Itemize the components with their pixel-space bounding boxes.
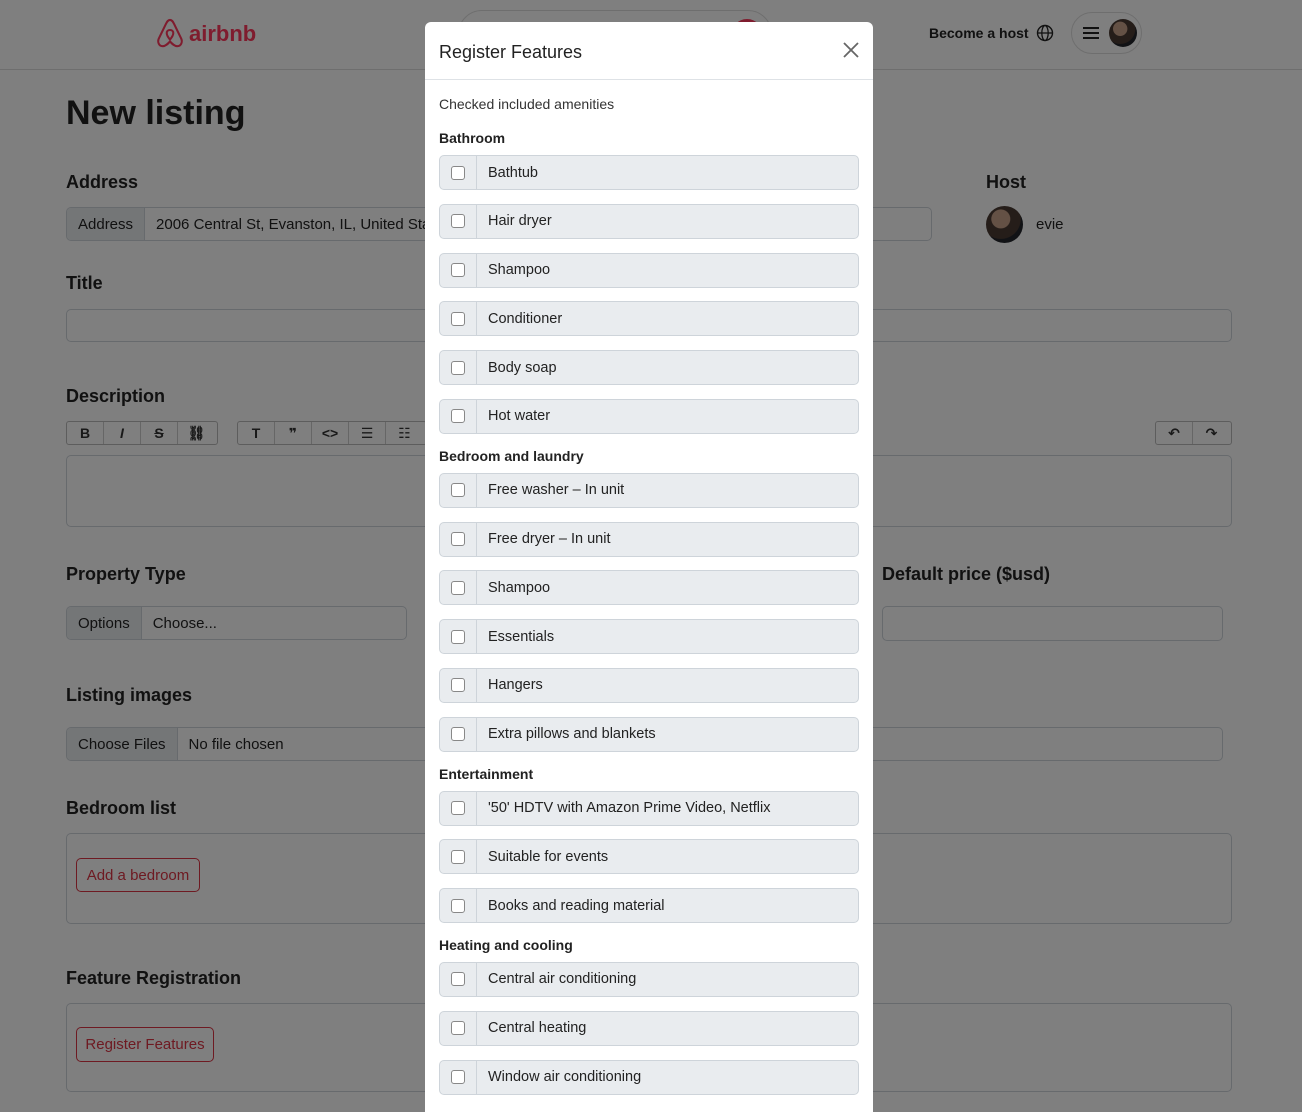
- amenity-label: Shampoo: [488, 262, 551, 279]
- amenity-label: Extra pillows and blankets: [488, 726, 656, 743]
- amenity-label: Hot water: [488, 408, 551, 425]
- amenity-label: Shampoo: [488, 579, 551, 596]
- modal-header: Register Features: [425, 22, 873, 80]
- amenity-checkbox[interactable]: [440, 791, 477, 825]
- amenity-section-heading: Heating and cooling: [439, 936, 573, 953]
- amenity-label: Hangers: [488, 677, 543, 694]
- amenity-label: Books and reading material: [488, 897, 665, 914]
- amenity-label: Central air conditioning: [488, 971, 637, 988]
- amenity-row[interactable]: Books and reading material: [439, 888, 859, 924]
- amenity-label: '50' HDTV with Amazon Prime Video, Netfl…: [488, 800, 771, 817]
- amenity-checkbox[interactable]: [440, 473, 477, 507]
- amenity-label: Hair dryer: [488, 213, 552, 230]
- amenity-label: Free washer – In unit: [488, 482, 625, 499]
- amenity-row[interactable]: Hot water: [439, 398, 859, 434]
- amenity-checkbox[interactable]: [440, 253, 477, 287]
- amenity-label: Window air conditioning: [488, 1069, 642, 1086]
- amenity-label: Bathtub: [488, 164, 538, 181]
- amenity-label: Suitable for events: [488, 848, 609, 865]
- amenity-label: Essentials: [488, 628, 555, 645]
- amenity-row[interactable]: Window air conditioning: [439, 1059, 859, 1095]
- amenity-checkbox[interactable]: [440, 302, 477, 336]
- amenity-checkbox[interactable]: [440, 204, 477, 238]
- amenity-section-heading: Bedroom and laundry: [439, 447, 584, 464]
- modal-body: Checked included amenities Bathroom Batht…: [425, 96, 873, 1095]
- amenity-row[interactable]: Hangers: [439, 667, 859, 703]
- amenity-label: Conditioner: [488, 310, 563, 327]
- amenity-row[interactable]: '50' HDTV with Amazon Prime Video, Netfl…: [439, 790, 859, 826]
- close-icon[interactable]: [842, 41, 860, 59]
- amenity-row[interactable]: Shampoo: [439, 252, 859, 288]
- amenity-row[interactable]: Free washer – In unit: [439, 472, 859, 508]
- amenity-row[interactable]: Shampoo: [439, 570, 859, 606]
- amenity-checkbox[interactable]: [440, 717, 477, 751]
- amenities-intro: Checked included amenities: [439, 96, 615, 112]
- amenity-checkbox[interactable]: [440, 840, 477, 874]
- amenity-row[interactable]: Suitable for events: [439, 839, 859, 875]
- amenity-row[interactable]: Central air conditioning: [439, 961, 859, 997]
- amenity-checkbox[interactable]: [440, 1011, 477, 1045]
- amenity-checkbox[interactable]: [440, 620, 477, 654]
- amenity-checkbox[interactable]: [440, 889, 477, 923]
- amenity-row[interactable]: Body soap: [439, 350, 859, 386]
- amenity-row[interactable]: Central heating: [439, 1010, 859, 1046]
- amenity-label: Free dryer – In unit: [488, 531, 611, 548]
- amenity-checkbox[interactable]: [440, 962, 477, 996]
- amenity-checkbox[interactable]: [440, 399, 477, 433]
- amenity-checkbox[interactable]: [440, 1060, 477, 1094]
- amenity-row[interactable]: Hair dryer: [439, 203, 859, 239]
- amenity-checkbox[interactable]: [440, 571, 477, 605]
- amenity-section-heading: Entertainment: [439, 765, 534, 782]
- modal-title: Register Features: [439, 42, 583, 62]
- amenity-sections: Bathroom Bathtub Hair dryer Shampoo Conditio…: [439, 130, 859, 1095]
- register-features-modal: Register Features Checked included ameni…: [425, 22, 873, 1112]
- amenity-checkbox[interactable]: [440, 351, 477, 385]
- amenity-label: Body soap: [488, 359, 557, 376]
- amenity-checkbox[interactable]: [440, 668, 477, 702]
- amenity-row[interactable]: Extra pillows and blankets: [439, 716, 859, 752]
- amenity-section-heading: Bathroom: [439, 130, 506, 146]
- amenity-row[interactable]: Conditioner: [439, 301, 859, 337]
- amenity-checkbox[interactable]: [440, 522, 477, 556]
- amenity-row[interactable]: Bathtub: [439, 155, 859, 190]
- amenity-checkbox[interactable]: [440, 156, 477, 189]
- amenity-row[interactable]: Free dryer – In unit: [439, 521, 859, 557]
- amenity-row[interactable]: Essentials: [439, 619, 859, 655]
- amenity-label: Central heating: [488, 1020, 587, 1037]
